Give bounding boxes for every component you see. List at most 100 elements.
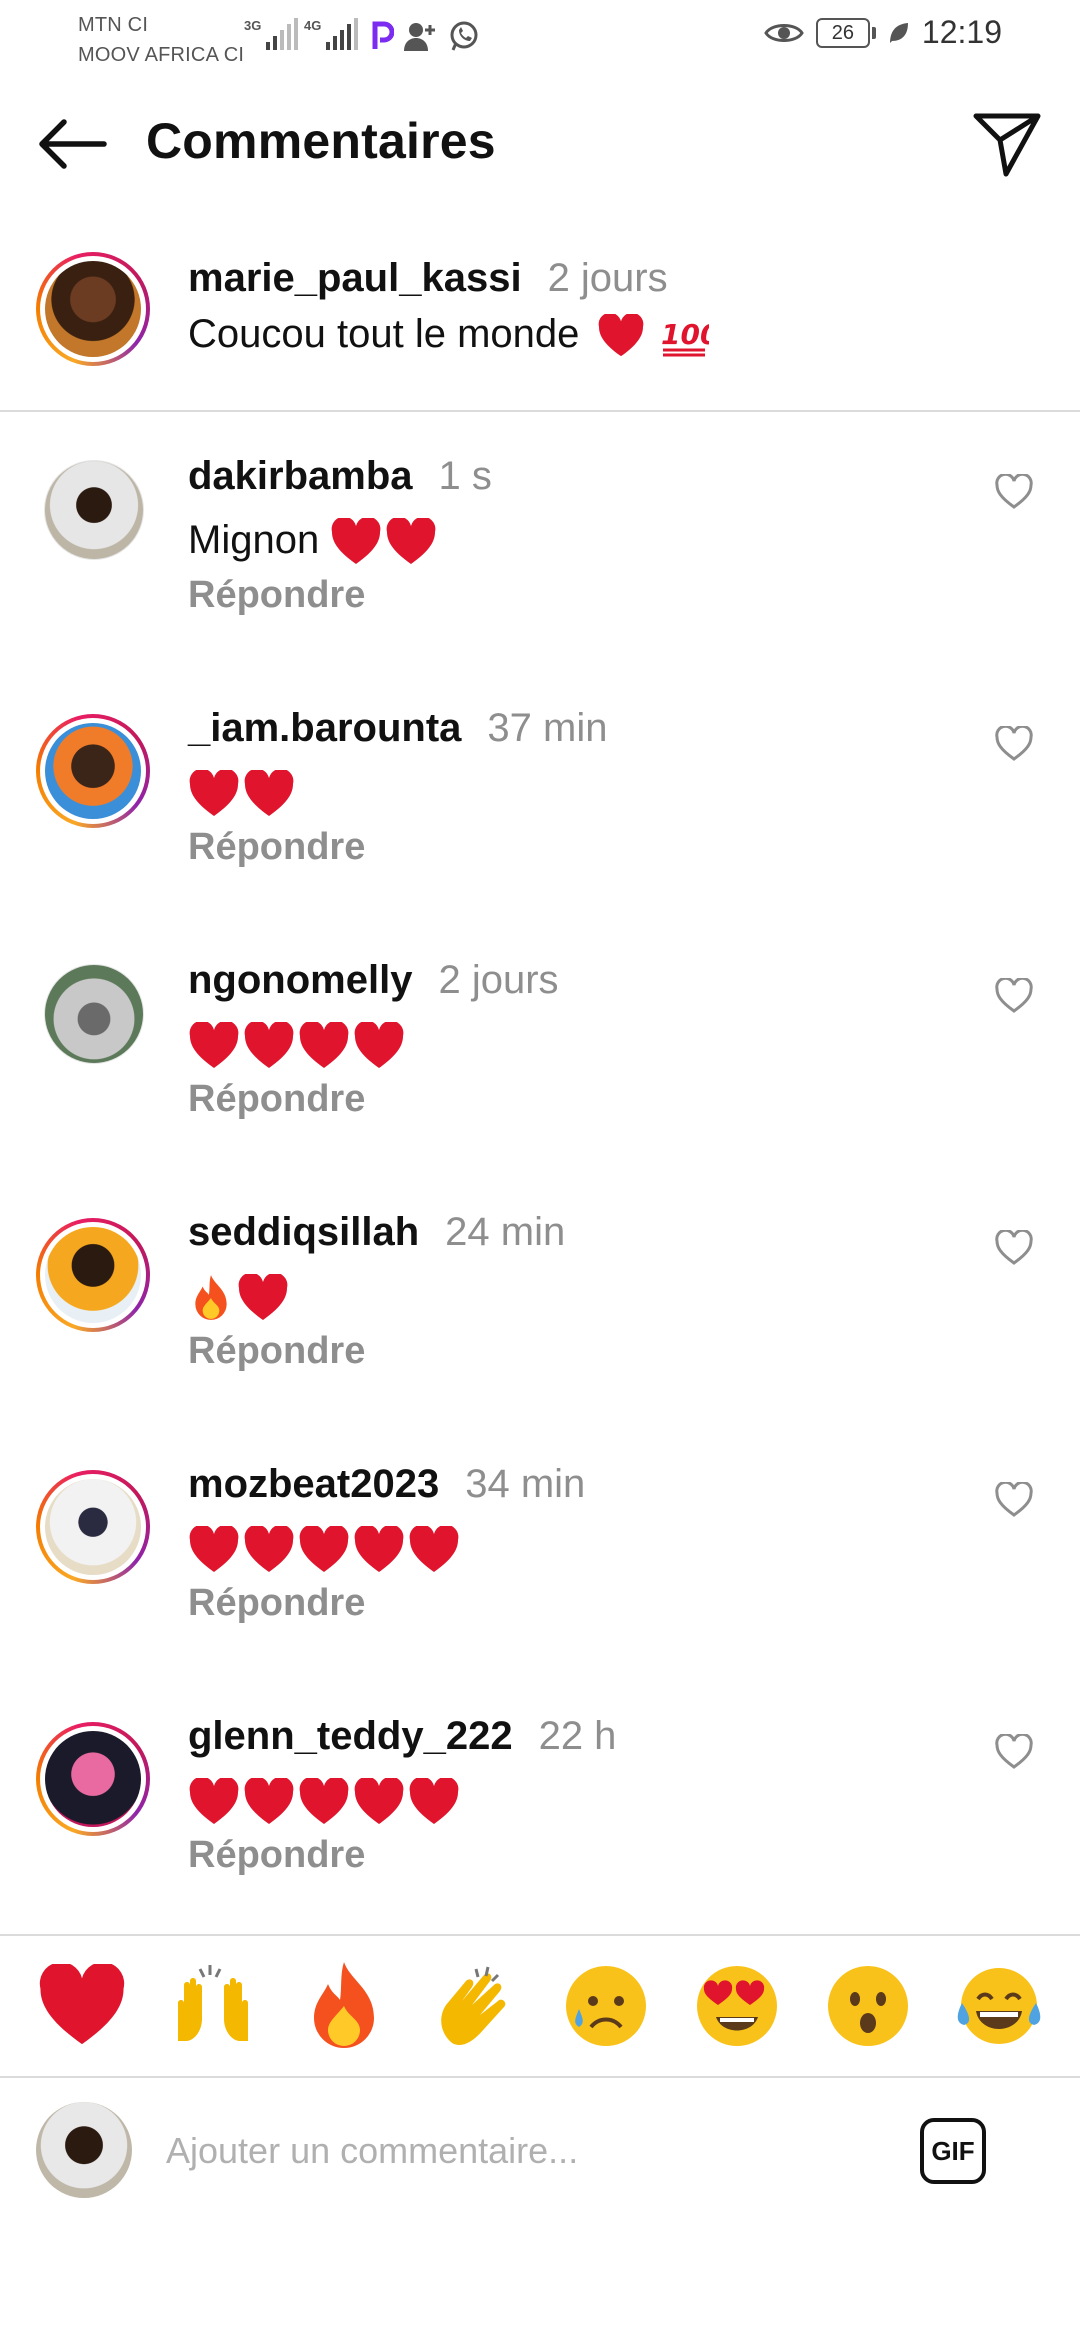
clapping-hands-icon: [440, 1966, 505, 2046]
comment-body: [188, 1016, 408, 1072]
comment-username[interactable]: seddiqsillah: [188, 1210, 419, 1254]
comment-body: [188, 1520, 463, 1576]
red-heart-reaction[interactable]: [34, 1958, 130, 2054]
reply-button[interactable]: Répondre: [188, 574, 365, 617]
comment-username[interactable]: ngonomelly: [188, 958, 412, 1002]
like-heart-icon[interactable]: [994, 1734, 1034, 1770]
comment-input[interactable]: Ajouter un commentaire...: [166, 2130, 578, 2172]
heart-emoji-icon: [189, 1778, 239, 1825]
comment-item: _iam.barounta 37 min Répondre: [0, 692, 1080, 944]
avatar[interactable]: [36, 1218, 150, 1332]
raising-hands-icon: [177, 1965, 248, 2041]
avatar[interactable]: [44, 460, 144, 560]
notification-icons: [372, 20, 480, 52]
avatar[interactable]: [44, 964, 144, 1064]
comment-username[interactable]: _iam.barounta: [188, 706, 461, 750]
heart-emoji-icon: [409, 1526, 459, 1573]
svg-text:100: 100: [661, 318, 709, 351]
network-type-1: 3G: [244, 18, 262, 33]
heart-emoji-icon: [189, 1526, 239, 1573]
heart-emoji-icon: [189, 1022, 239, 1069]
comment-composer: Ajouter un commentaire... GIF: [0, 2080, 1080, 2220]
arrow-left-icon[interactable]: [36, 118, 108, 170]
heart-emoji-icon: [299, 1778, 349, 1825]
comment-body: Mignon: [188, 512, 440, 568]
gif-button[interactable]: GIF: [920, 2118, 986, 2184]
caption-username[interactable]: marie_paul_kassi: [188, 256, 522, 300]
heart-eyes-face-icon: [696, 1966, 777, 2046]
caption-time: 2 jours: [547, 256, 668, 300]
reply-button[interactable]: Répondre: [188, 1078, 365, 1121]
avatar[interactable]: [36, 1722, 150, 1836]
p-app-icon: [372, 21, 394, 49]
comment-time: 22 h: [538, 1714, 617, 1758]
leaf-icon: [889, 22, 908, 43]
avatar[interactable]: [36, 252, 150, 366]
comment-item: mozbeat2023 34 min Répondre: [0, 1448, 1080, 1700]
comment-item: ngonomelly 2 jours Répondre: [0, 944, 1080, 1196]
caption-text: Coucou tout le monde 100: [188, 306, 719, 362]
heart-emoji-icon: [354, 1526, 404, 1573]
battery-level: 26: [815, 17, 870, 48]
eye-icon: [764, 23, 804, 42]
comment-username[interactable]: dakirbamba: [188, 454, 413, 498]
like-heart-icon[interactable]: [994, 978, 1034, 1014]
carrier-2: MOOV AFRICA CI: [78, 44, 245, 66]
like-heart-icon[interactable]: [994, 1482, 1034, 1518]
like-heart-icon[interactable]: [994, 726, 1034, 762]
avatar[interactable]: [36, 714, 150, 828]
comment-item: glenn_teddy_222 22 h Répondre: [0, 1700, 1080, 1952]
tears-of-joy-reaction[interactable]: [951, 1958, 1047, 2054]
whatsapp-icon: [450, 21, 478, 51]
reply-button[interactable]: Répondre: [188, 1330, 365, 1373]
comment-item: dakirbamba 1 s Mignon Répondre: [0, 440, 1080, 692]
heart-emoji-icon: [189, 770, 239, 817]
heart-emoji-icon: [598, 314, 643, 357]
comment-time: 2 jours: [438, 958, 559, 1002]
like-heart-icon[interactable]: [994, 1230, 1034, 1266]
hundred-points-emoji-icon: 100: [661, 318, 719, 357]
network-type-2: 4G: [304, 18, 322, 33]
surprised-face-reaction[interactable]: [820, 1958, 916, 2054]
comment-time: 37 min: [487, 706, 608, 750]
quick-reactions-bar: [0, 1934, 1080, 2078]
clock: 12:19: [921, 14, 1002, 50]
avatar[interactable]: [36, 1470, 150, 1584]
system-status: 26 12:19: [764, 14, 1002, 51]
raising-hands-reaction[interactable]: [165, 1958, 261, 2054]
comment-time: 1 s: [438, 454, 492, 498]
heart-emoji-icon: [354, 1778, 404, 1825]
comment-body: [188, 1772, 463, 1828]
comment-time: 34 min: [465, 1462, 586, 1506]
heart-emoji-icon: [244, 770, 294, 817]
fire-emoji-icon: [195, 1275, 227, 1321]
comment-item: seddiqsillah 24 min Répondre: [0, 1196, 1080, 1448]
fire-reaction[interactable]: [296, 1958, 392, 2054]
send-icon[interactable]: [972, 110, 1042, 178]
fire-icon: [313, 1962, 374, 2048]
heart-emoji-icon: [354, 1022, 404, 1069]
comment-username[interactable]: glenn_teddy_222: [188, 1714, 513, 1758]
heart-emoji-icon: [299, 1526, 349, 1573]
signal-icon-2: 4G: [304, 18, 359, 50]
heart-emoji-icon: [244, 1778, 294, 1825]
sad-face-icon: [565, 1966, 646, 2046]
heart-emoji-icon: [299, 1022, 349, 1069]
like-heart-icon[interactable]: [994, 474, 1034, 510]
reply-button[interactable]: Répondre: [188, 1834, 365, 1877]
heart-emoji-icon: [331, 518, 381, 565]
sad-face-reaction[interactable]: [558, 1958, 654, 2054]
status-bar: MTN CI MOOV AFRICA CI 3G 4G 26 12:19: [0, 0, 1080, 78]
carrier-1: MTN CI: [78, 14, 149, 36]
reply-button[interactable]: Répondre: [188, 826, 365, 869]
clapping-hands-reaction[interactable]: [427, 1958, 523, 2054]
comment-username[interactable]: mozbeat2023: [188, 1462, 439, 1506]
carrier-labels: MTN CI MOOV AFRICA CI: [78, 10, 244, 70]
heart-eyes-reaction[interactable]: [689, 1958, 785, 2054]
my-avatar: [36, 2102, 132, 2198]
add-contact-icon: [404, 23, 435, 51]
heart-emoji-icon: [244, 1022, 294, 1069]
heart-emoji-icon: [238, 1274, 288, 1321]
heart-emoji-icon: [409, 1778, 459, 1825]
reply-button[interactable]: Répondre: [188, 1582, 365, 1625]
